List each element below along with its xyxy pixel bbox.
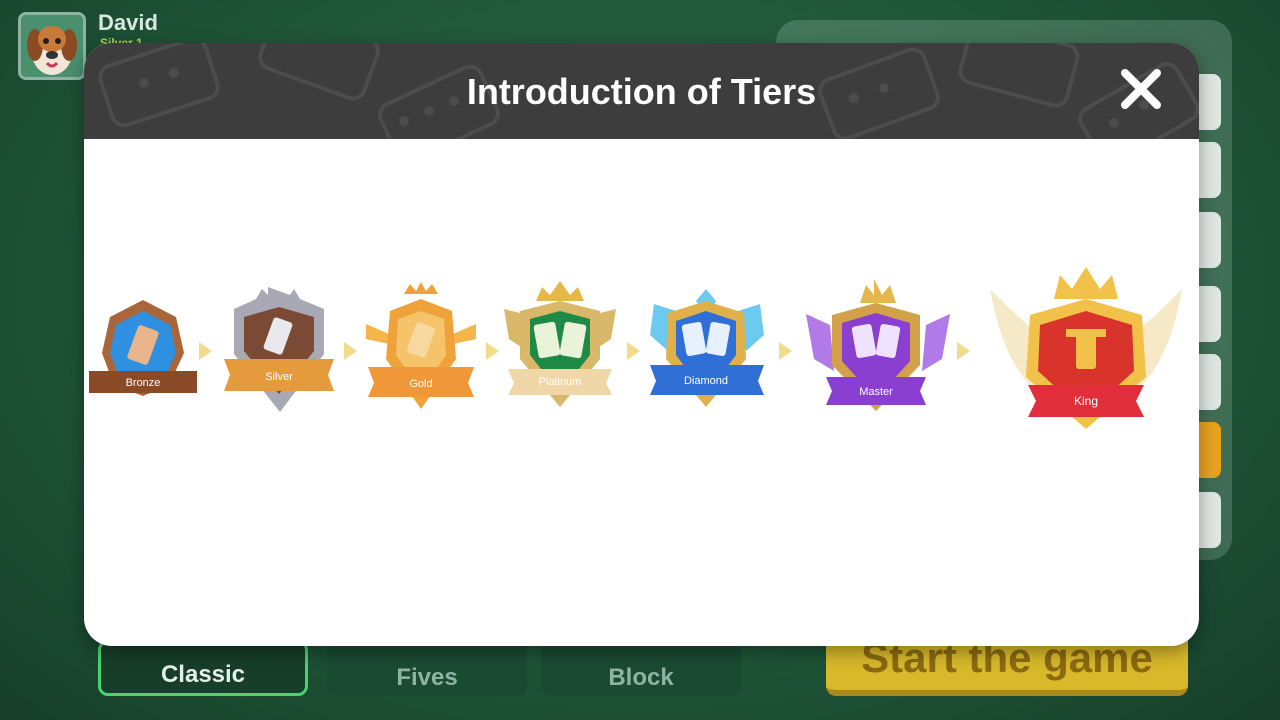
tier-label-silver: Silver [265, 371, 293, 383]
tier-label-platinum: Platinum [539, 376, 582, 388]
tiers-modal: Introduction of Tiers Bronze Silver Gold… [84, 43, 1199, 646]
arrow-icon [199, 342, 212, 360]
arrow-icon [779, 342, 792, 360]
tier-label-king: King [1074, 394, 1098, 408]
arrow-icon [627, 342, 640, 360]
modal-header: Introduction of Tiers [84, 43, 1199, 139]
tier-label-gold: Gold [409, 378, 432, 390]
close-icon[interactable] [1119, 67, 1163, 111]
tier-badge-platinum[interactable] [504, 281, 616, 407]
arrow-icon [486, 342, 499, 360]
modal-title: Introduction of Tiers [466, 71, 817, 112]
arrow-icon [957, 342, 970, 360]
tier-label-bronze: Bronze [126, 377, 161, 389]
tier-progression: Bronze Silver Gold Platinum Diamond Mast… [89, 267, 1182, 429]
tier-badge-diamond[interactable] [650, 289, 764, 407]
tier-label-diamond: Diamond [684, 375, 728, 387]
tier-label-master: Master [859, 386, 893, 398]
arrow-icon [344, 342, 357, 360]
tier-badge-silver[interactable] [224, 287, 334, 412]
